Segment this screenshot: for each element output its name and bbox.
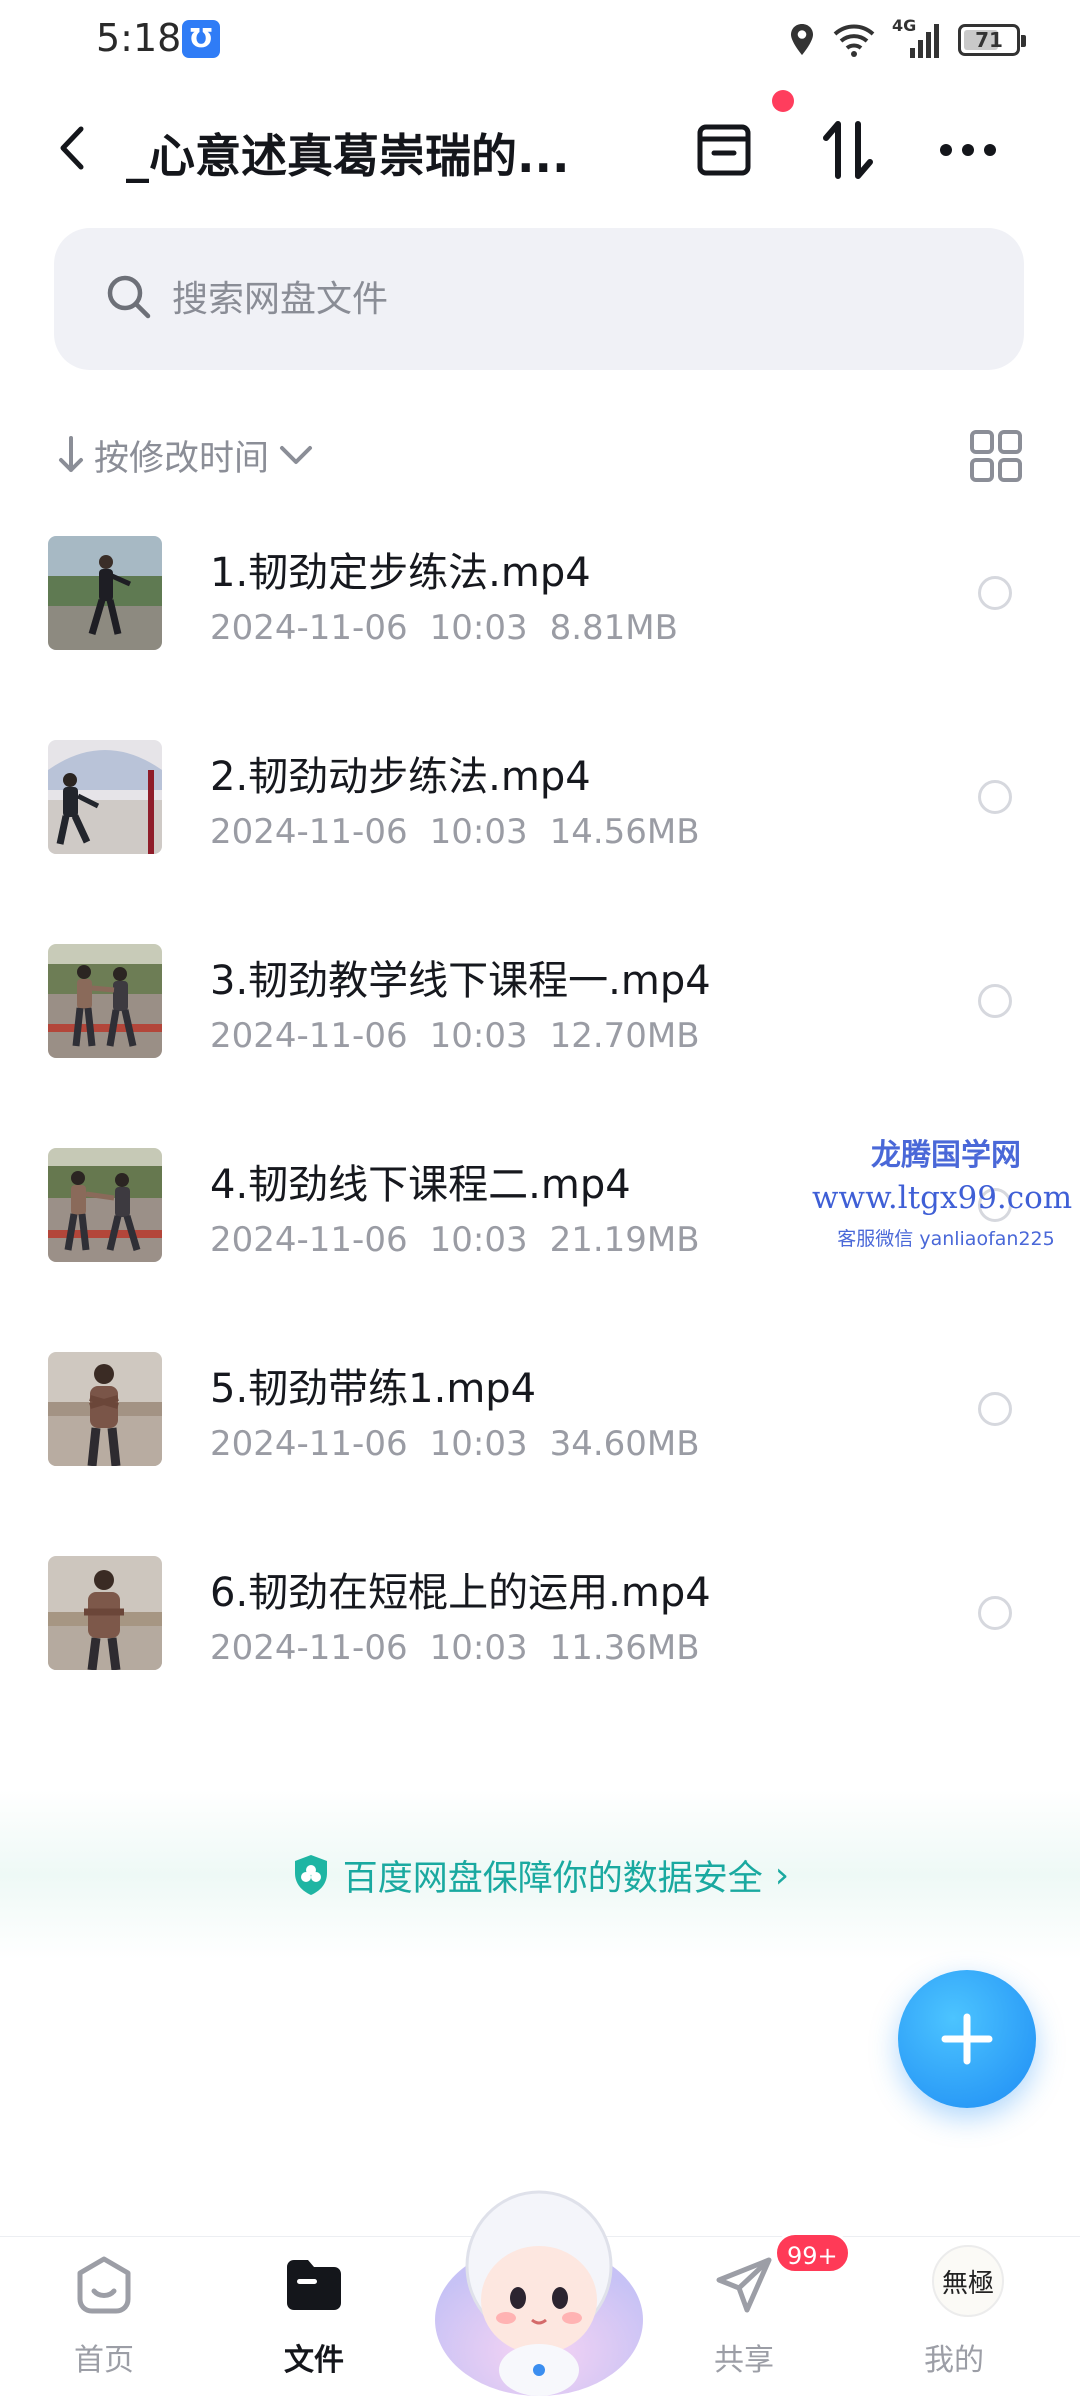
shield-icon (294, 1855, 327, 1895)
cellular-signal-icon: 4G (892, 16, 942, 60)
file-meta: 2024-11-06 10:03 8.81MB (210, 608, 700, 648)
file-date: 2024-11-06 (210, 1424, 408, 1464)
folder-title: _心意述真葛崇瑞的... (126, 129, 570, 183)
file-name: 1.韧劲定步练法.mp4 (210, 550, 591, 596)
select-radio[interactable] (978, 1596, 1012, 1630)
paper-plane-icon (712, 2253, 776, 2317)
archive-box-icon (697, 124, 751, 176)
file-date: 2024-11-06 (210, 1220, 408, 1260)
arrow-down-icon (59, 436, 83, 472)
location-icon (791, 24, 813, 55)
file-time: 10:03 (429, 1424, 528, 1464)
video-thumbnail (48, 1352, 162, 1466)
file-time: 10:03 (429, 1016, 528, 1056)
sort-label: 按修改时间 (94, 438, 270, 479)
file-meta: 2024-11-06 10:03 21.19MB (210, 1220, 722, 1260)
select-radio[interactable] (978, 576, 1012, 610)
folder-icon (282, 2253, 346, 2317)
more-horizontal-icon (940, 144, 996, 156)
app-notification-icon: ℧ (182, 20, 220, 58)
file-name: 3.韧劲教学线下课程一.mp4 (210, 958, 711, 1004)
nav-home-label: 首页 (74, 2343, 134, 2378)
status-bar: 5:18 ℧ 4G 71 (0, 0, 1080, 80)
add-button[interactable] (898, 1970, 1036, 2108)
security-text: 百度网盘保障你的数据安全 (342, 1858, 763, 1899)
file-name: 5.韧劲带练1.mp4 (210, 1366, 537, 1412)
nav-home[interactable]: 首页 (24, 2253, 184, 2379)
file-date: 2024-11-06 (210, 1628, 408, 1668)
back-button[interactable] (42, 118, 102, 178)
mascot-icon (435, 2190, 643, 2396)
file-time: 10:03 (429, 608, 528, 648)
select-radio[interactable] (978, 780, 1012, 814)
file-meta: 2024-11-06 10:03 12.70MB (210, 1016, 722, 1056)
grid-view-toggle[interactable] (968, 428, 1024, 484)
chevron-left-icon (60, 126, 84, 170)
search-input[interactable] (172, 264, 972, 334)
file-size: 21.19MB (549, 1220, 700, 1260)
wifi-icon (833, 24, 875, 57)
battery-indicator: 71 (958, 24, 1026, 56)
sort-order-button[interactable] (810, 112, 886, 188)
file-size: 11.36MB (549, 1628, 700, 1668)
plus-icon (941, 2013, 993, 2065)
file-date: 2024-11-06 (210, 1016, 408, 1056)
file-date: 2024-11-06 (210, 812, 408, 852)
share-count-badge: 99+ (774, 2232, 851, 2274)
avatar[interactable]: 無極 (932, 2245, 1004, 2317)
file-name: 6.韧劲在短棍上的运用.mp4 (210, 1570, 711, 1616)
sort-selector[interactable]: 按修改时间 (58, 420, 313, 490)
notification-dot (772, 90, 794, 112)
video-thumbnail (48, 1556, 162, 1670)
file-row[interactable]: 6.韧劲在短棍上的运用.mp4 2024-11-06 10:03 11.36MB (0, 1538, 1080, 1742)
file-date: 2024-11-06 (210, 608, 408, 648)
swap-vertical-icon (823, 121, 873, 179)
watermark-url: www.ltgx99.com (812, 1180, 1073, 1216)
nav-mine-label: 我的 (924, 2343, 984, 2378)
file-size: 12.70MB (549, 1016, 700, 1056)
video-thumbnail (48, 1148, 162, 1262)
security-banner[interactable]: 百度网盘保障你的数据安全 › (0, 1790, 1080, 1960)
video-thumbnail (48, 536, 162, 650)
grid-view-icon (970, 430, 1022, 482)
home-icon (72, 2253, 136, 2317)
nav-files[interactable]: 文件 (234, 2253, 394, 2379)
file-name: 4.韧劲线下课程二.mp4 (210, 1162, 631, 1208)
more-options-button[interactable] (930, 112, 1006, 188)
select-radio[interactable] (978, 1392, 1012, 1426)
file-meta: 2024-11-06 10:03 11.36MB (210, 1628, 722, 1668)
chevron-down-icon (280, 446, 313, 464)
watermark-contact: 客服微信 yanliaofan225 (837, 1228, 1055, 1250)
file-size: 8.81MB (549, 608, 678, 648)
watermark: 龙腾国学网 www.ltgx99.com 客服微信 yanliaofan225 (812, 1130, 1072, 1251)
file-size: 34.60MB (549, 1424, 700, 1464)
app-header: _心意述真葛崇瑞的... (0, 90, 1080, 210)
file-size: 14.56MB (549, 812, 700, 852)
search-bar[interactable] (54, 228, 1024, 370)
file-row[interactable]: 2.韧劲动步练法.mp4 2024-11-06 10:03 14.56MB (0, 722, 1080, 926)
transfer-list-button[interactable] (686, 112, 762, 188)
battery-level: 71 (975, 28, 1003, 52)
assistant-mascot-button[interactable] (428, 2170, 650, 2400)
file-name: 2.韧劲动步练法.mp4 (210, 754, 591, 800)
file-meta: 2024-11-06 10:03 34.60MB (210, 1424, 722, 1464)
nav-share-label: 共享 (714, 2343, 774, 2378)
nav-files-label: 文件 (284, 2343, 344, 2378)
file-row[interactable]: 1.韧劲定步练法.mp4 2024-11-06 10:03 8.81MB (0, 518, 1080, 722)
search-icon (107, 275, 151, 319)
watermark-title: 龙腾国学网 (871, 1138, 1021, 1173)
video-thumbnail (48, 740, 162, 854)
status-time: 5:18 (96, 16, 182, 60)
file-time: 10:03 (429, 1628, 528, 1668)
status-indicators: 4G 71 (788, 16, 1026, 62)
file-row[interactable]: 5.韧劲带练1.mp4 2024-11-06 10:03 34.60MB (0, 1334, 1080, 1538)
file-row[interactable]: 3.韧劲教学线下课程一.mp4 2024-11-06 10:03 12.70MB (0, 926, 1080, 1130)
file-meta: 2024-11-06 10:03 14.56MB (210, 812, 722, 852)
file-time: 10:03 (429, 812, 528, 852)
video-thumbnail (48, 944, 162, 1058)
file-time: 10:03 (429, 1220, 528, 1260)
chevron-right-icon: › (774, 1854, 790, 1896)
select-radio[interactable] (978, 984, 1012, 1018)
